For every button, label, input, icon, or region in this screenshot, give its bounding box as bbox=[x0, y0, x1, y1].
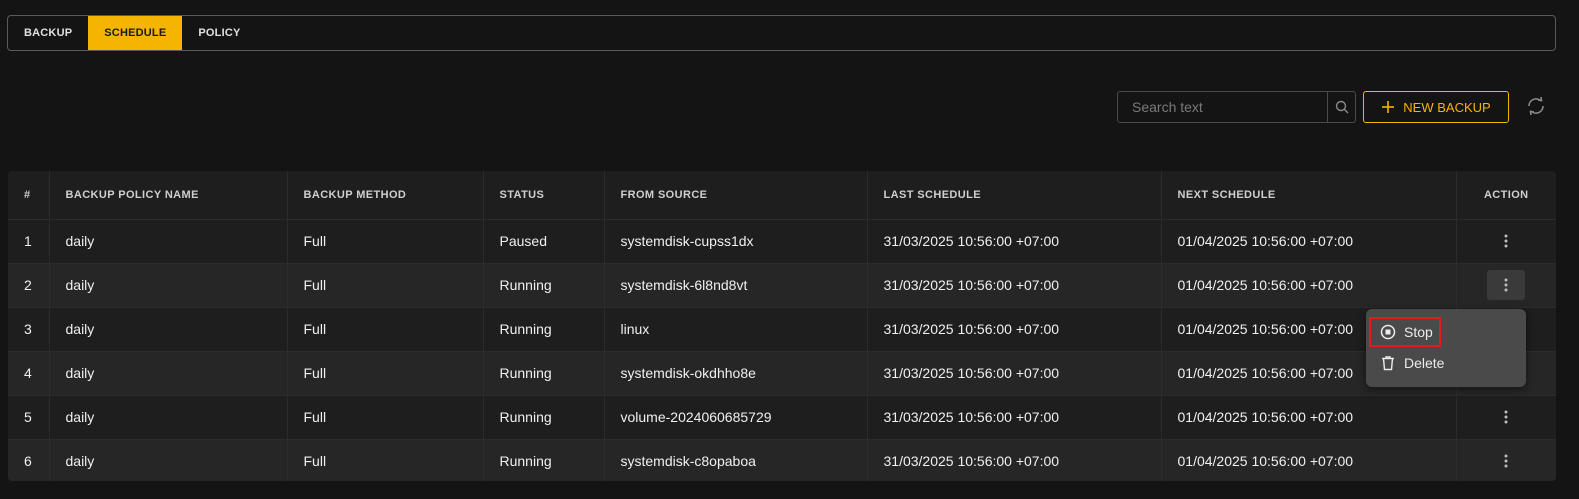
row-policy-name: daily bbox=[49, 306, 288, 351]
row-source: systemdisk-okdhho8e bbox=[604, 350, 868, 395]
kebab-icon bbox=[1504, 454, 1508, 468]
col-header-last-schedule: LAST SCHEDULE bbox=[867, 171, 1162, 220]
col-header-status: STATUS bbox=[483, 171, 605, 220]
row-last-schedule: 31/03/2025 10:56:00 +07:00 bbox=[867, 350, 1162, 395]
row-next-schedule: 01/04/2025 10:56:00 +07:00 bbox=[1161, 218, 1457, 263]
row-policy-name: daily bbox=[49, 350, 288, 395]
search-button[interactable] bbox=[1327, 92, 1355, 122]
col-header-source: FROM SOURCE bbox=[604, 171, 868, 220]
table-row: 4 daily Full Running systemdisk-okdhho8e 31/0… bbox=[8, 350, 1556, 395]
row-index: 3 bbox=[8, 306, 50, 351]
table-row: 2 daily Full Running systemdisk-6l8nd8vt 31/0… bbox=[8, 262, 1556, 307]
new-backup-label: NEW BACKUP bbox=[1403, 99, 1491, 115]
row-action-button[interactable] bbox=[1487, 270, 1526, 300]
col-header-name: BACKUP POLICY NAME bbox=[49, 171, 288, 220]
row-index: 6 bbox=[8, 438, 50, 481]
row-status: Running bbox=[483, 306, 605, 351]
row-method: Full bbox=[287, 262, 484, 307]
row-last-schedule: 31/03/2025 10:56:00 +07:00 bbox=[867, 306, 1162, 351]
row-status: Running bbox=[483, 350, 605, 395]
row-last-schedule: 31/03/2025 10:56:00 +07:00 bbox=[867, 438, 1162, 481]
row-index: 4 bbox=[8, 350, 50, 395]
row-action-button[interactable] bbox=[1487, 446, 1525, 476]
row-method: Full bbox=[287, 350, 484, 395]
row-index: 5 bbox=[8, 394, 50, 439]
stop-icon bbox=[1380, 324, 1396, 340]
row-next-schedule: 01/04/2025 10:56:00 +07:00 bbox=[1161, 394, 1457, 439]
row-policy-name: daily bbox=[49, 394, 288, 439]
action-menu: Stop Delete bbox=[1366, 309, 1526, 387]
menu-item-delete[interactable]: Delete bbox=[1366, 347, 1526, 379]
refresh-icon bbox=[1528, 96, 1544, 116]
row-index: 1 bbox=[8, 218, 50, 263]
row-action-cell bbox=[1456, 438, 1556, 481]
row-policy-name: daily bbox=[49, 438, 288, 481]
row-source: systemdisk-6l8nd8vt bbox=[604, 262, 868, 307]
tab-bar: BACKUP SCHEDULE POLICY bbox=[7, 15, 1556, 51]
row-method: Full bbox=[287, 218, 484, 263]
row-action-cell bbox=[1456, 262, 1556, 307]
table-header-row: # BACKUP POLICY NAME BACKUP METHOD STATU… bbox=[8, 171, 1556, 220]
refresh-button[interactable] bbox=[1524, 94, 1548, 118]
search-box bbox=[1117, 91, 1356, 123]
row-last-schedule: 31/03/2025 10:56:00 +07:00 bbox=[867, 394, 1162, 439]
table-row: 3 daily Full Running linux 31/03/2025 10:56:0… bbox=[8, 306, 1556, 351]
row-method: Full bbox=[287, 394, 484, 439]
new-backup-button[interactable]: NEW BACKUP bbox=[1363, 91, 1509, 123]
row-status: Running bbox=[483, 438, 605, 481]
kebab-icon bbox=[1504, 410, 1508, 424]
row-next-schedule: 01/04/2025 10:56:00 +07:00 bbox=[1161, 262, 1457, 307]
plus-icon bbox=[1382, 101, 1395, 113]
kebab-icon bbox=[1504, 278, 1508, 292]
row-policy-name: daily bbox=[49, 218, 288, 263]
row-status: Paused bbox=[483, 218, 605, 263]
col-header-index: # bbox=[8, 171, 50, 220]
menu-item-delete-label: Delete bbox=[1404, 355, 1445, 371]
table-row: 5 daily Full Running volume-2024060685729 31/… bbox=[8, 394, 1556, 439]
row-index: 2 bbox=[8, 262, 50, 307]
kebab-icon bbox=[1504, 234, 1508, 248]
row-action-cell bbox=[1456, 218, 1556, 263]
row-source: linux bbox=[604, 306, 868, 351]
col-header-next-schedule: NEXT SCHEDULE bbox=[1161, 171, 1457, 220]
row-last-schedule: 31/03/2025 10:56:00 +07:00 bbox=[867, 262, 1162, 307]
table-row: 6 daily Full Running systemdisk-c8opaboa 31/0… bbox=[8, 438, 1556, 481]
search-icon bbox=[1335, 100, 1348, 114]
row-source: systemdisk-cupss1dx bbox=[604, 218, 868, 263]
menu-item-stop[interactable]: Stop bbox=[1369, 317, 1441, 347]
tab-schedule[interactable]: SCHEDULE bbox=[88, 16, 183, 50]
trash-icon bbox=[1382, 356, 1394, 371]
row-action-button[interactable] bbox=[1487, 226, 1525, 256]
row-action-button[interactable] bbox=[1487, 402, 1525, 432]
row-last-schedule: 31/03/2025 10:56:00 +07:00 bbox=[867, 218, 1162, 263]
menu-item-stop-label: Stop bbox=[1404, 324, 1433, 340]
row-status: Running bbox=[483, 262, 605, 307]
table-row: 1 daily Full Paused systemdisk-cupss1dx 31/03… bbox=[8, 218, 1556, 263]
search-input[interactable] bbox=[1118, 92, 1327, 122]
row-policy-name: daily bbox=[49, 262, 288, 307]
tab-policy[interactable]: POLICY bbox=[182, 16, 256, 50]
schedule-table: # BACKUP POLICY NAME BACKUP METHOD STATU… bbox=[8, 171, 1556, 481]
row-source: systemdisk-c8opaboa bbox=[604, 438, 868, 481]
row-method: Full bbox=[287, 306, 484, 351]
row-action-cell bbox=[1456, 394, 1556, 439]
row-method: Full bbox=[287, 438, 484, 481]
col-header-method: BACKUP METHOD bbox=[287, 171, 484, 220]
col-header-action: ACTION bbox=[1456, 171, 1556, 220]
row-source: volume-2024060685729 bbox=[604, 394, 868, 439]
tab-backup[interactable]: BACKUP bbox=[8, 16, 88, 50]
row-next-schedule: 01/04/2025 10:56:00 +07:00 bbox=[1161, 438, 1457, 481]
row-status: Running bbox=[483, 394, 605, 439]
